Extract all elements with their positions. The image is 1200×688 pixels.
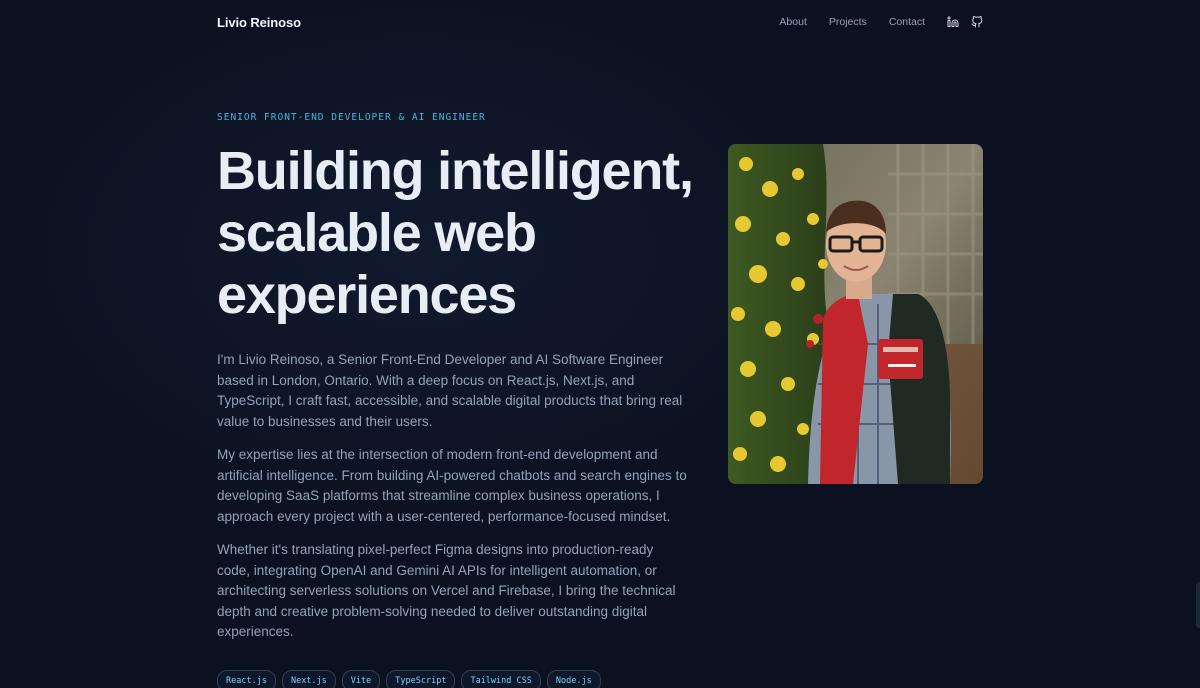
- profile-photo: [728, 144, 983, 484]
- skill-tag: Node.js: [546, 670, 601, 688]
- bio-paragraph-1: I'm Livio Reinoso, a Senior Front-End De…: [217, 352, 683, 429]
- hero-bio: I'm Livio Reinoso, a Senior Front-End De…: [217, 350, 687, 656]
- nav-link-about[interactable]: About: [779, 16, 806, 28]
- hero-eyebrow: SENIOR FRONT-END DEVELOPER & AI ENGINEER: [217, 112, 486, 123]
- page: Livio Reinoso About Projects Contact SEN…: [0, 0, 1200, 688]
- scrollbar-handle[interactable]: [1196, 582, 1200, 628]
- nav-link-projects[interactable]: Projects: [829, 16, 867, 28]
- github-icon[interactable]: [971, 16, 983, 28]
- hero-headline: Building intelligent, scalable web exper…: [217, 141, 694, 325]
- skill-tag: TypeScript: [386, 670, 456, 688]
- skill-tag: React.js: [217, 670, 276, 688]
- social-icons: [947, 16, 983, 28]
- skill-tag: Vite: [341, 670, 381, 688]
- skill-tags: React.js Next.js Vite TypeScript Tailwin…: [217, 670, 601, 688]
- nav-right: About Projects Contact: [779, 16, 983, 28]
- bio-paragraph-3: Whether it's translating pixel-perfect F…: [217, 542, 676, 639]
- skill-tag: Next.js: [281, 670, 336, 688]
- linkedin-icon[interactable]: [947, 16, 959, 28]
- bio-paragraph-2: My expertise lies at the intersection of…: [217, 447, 687, 524]
- skill-tag: Tailwind CSS: [461, 670, 541, 688]
- brand-name[interactable]: Livio Reinoso: [217, 15, 301, 30]
- nav-link-contact[interactable]: Contact: [889, 16, 925, 28]
- top-nav: Livio Reinoso About Projects Contact: [217, 0, 983, 44]
